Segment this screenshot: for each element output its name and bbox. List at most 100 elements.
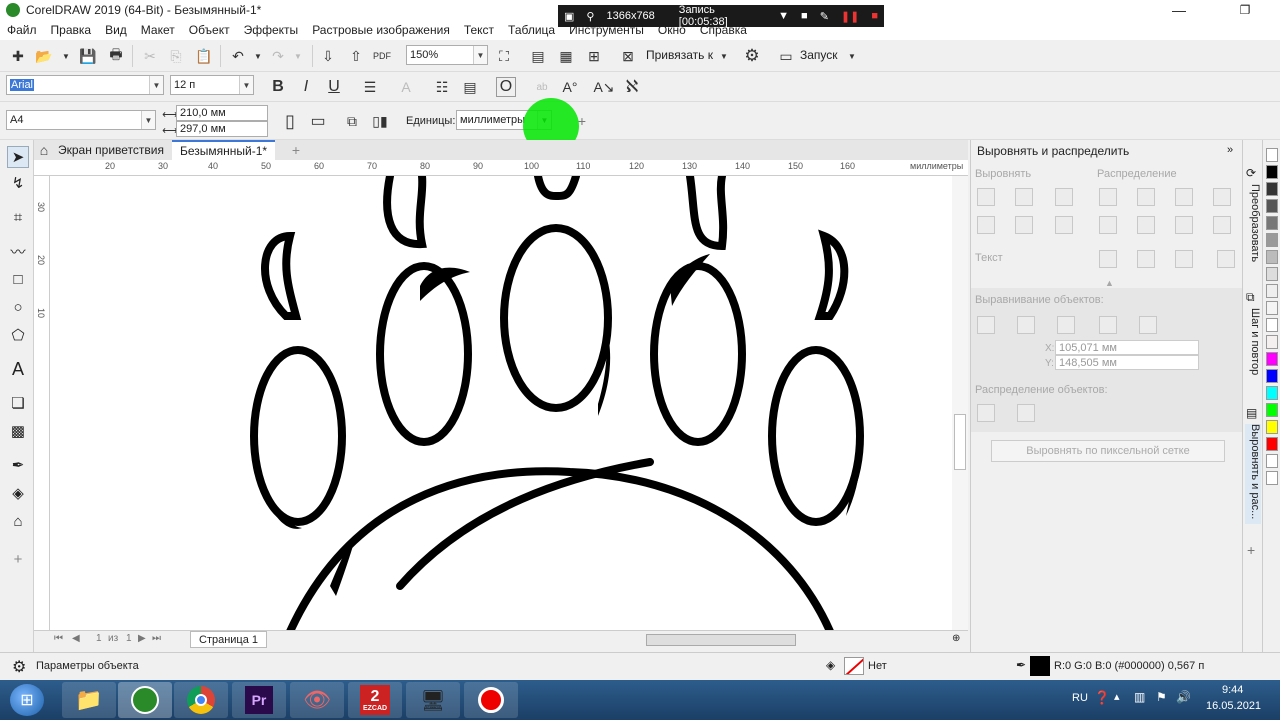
character-icon[interactable]: A° (560, 77, 580, 97)
page-height-field[interactable]: 297,0 мм (176, 121, 268, 137)
menu-view[interactable]: Вид (98, 23, 134, 37)
recorder-zoom-icon[interactable]: ⚲ (586, 10, 594, 23)
taskbar-ezcad-icon[interactable]: 2 EZCAD (348, 682, 402, 718)
nudge-plus-icon[interactable]: + (572, 111, 592, 131)
recorder-stop-icon[interactable]: ■ (871, 10, 878, 22)
save-icon[interactable]: 💾 (78, 46, 98, 66)
menu-bitmaps[interactable]: Растровые изображения (305, 23, 457, 37)
snap-dropdown-icon[interactable]: ▼ (714, 46, 734, 66)
text-tool-icon[interactable]: A (7, 358, 29, 380)
palette-swatch[interactable] (1266, 471, 1278, 485)
landscape-icon[interactable]: ▭ (308, 111, 328, 131)
language-indicator[interactable]: RU (1072, 692, 1088, 704)
recorder-screen-icon[interactable]: ▣ (564, 10, 574, 23)
menu-table[interactable]: Таблица (501, 23, 562, 37)
page-width-field[interactable]: 210,0 мм (176, 105, 268, 121)
horizontal-scroll-thumb[interactable] (646, 634, 796, 646)
flag-tray-icon[interactable]: ⚑ (1156, 690, 1167, 704)
zoom-nav-icon[interactable]: ⊕ (952, 633, 960, 644)
paragraph-icon[interactable]: ▤ (460, 77, 480, 97)
palette-swatch[interactable] (1266, 267, 1278, 281)
ellipse-tool-icon[interactable]: ○ (7, 296, 29, 318)
palette-swatch[interactable] (1266, 386, 1278, 400)
network-tray-icon[interactable]: ▥ (1134, 690, 1145, 704)
show-guidelines-icon[interactable]: ⊞ (584, 46, 604, 66)
zoom-dropdown-icon[interactable]: ▼ (473, 46, 487, 64)
start-button[interactable]: ⊞ (10, 684, 44, 716)
freehand-tool-icon[interactable]: 〰 (7, 240, 29, 262)
launch-label[interactable]: Запуск (800, 48, 838, 62)
recorder-pause-icon[interactable]: ❚❚ (841, 10, 859, 23)
new-tab-icon[interactable]: + (286, 140, 306, 160)
page-size-field[interactable]: A4 ▼ (6, 110, 156, 130)
portrait-icon[interactable]: ▯ (280, 111, 300, 131)
volume-tray-icon[interactable]: 🔊 (1176, 690, 1191, 704)
menu-edit[interactable]: Правка (44, 23, 99, 37)
align-tab-icon[interactable]: ▤ (1246, 406, 1257, 420)
transparency-tool-icon[interactable]: ▩ (7, 420, 29, 442)
clock-date[interactable]: 16.05.2021 (1206, 700, 1261, 712)
undo-icon[interactable]: ↶ (228, 46, 248, 66)
menu-file[interactable]: Файл (0, 23, 44, 37)
prev-page-icon[interactable]: ◀ (72, 633, 80, 644)
open-icon[interactable]: 📂 (34, 46, 54, 66)
taskbar-premiere-icon[interactable]: Pr (232, 682, 286, 718)
menu-effects[interactable]: Эффекты (237, 23, 306, 37)
polygon-tool-icon[interactable]: ⬠ (7, 324, 29, 346)
palette-swatch[interactable] (1266, 284, 1278, 298)
horizontal-text-icon[interactable]: A↘ (593, 77, 614, 97)
eyedropper-tool-icon[interactable]: ✒ (7, 454, 29, 476)
rectangle-tool-icon[interactable]: □ (7, 268, 29, 290)
docker-expand-icon[interactable]: » (1227, 144, 1233, 156)
recorder-dropdown-icon[interactable]: ▼ (778, 10, 789, 22)
interactive-fill-icon[interactable]: ◈ (7, 482, 29, 504)
page-1-tab[interactable]: Страница 1 (190, 631, 268, 648)
tab-welcome[interactable]: Экран приветствия (50, 140, 173, 160)
font-list-field[interactable]: Arial ▼ (6, 75, 164, 95)
open-dropdown-icon[interactable]: ▼ (56, 46, 76, 66)
minimize-button[interactable]: — (1162, 0, 1196, 20)
font-size-dropdown-icon[interactable]: ▼ (239, 76, 253, 94)
recorder-camera-icon[interactable]: ■ (801, 10, 808, 22)
help-tray-icon[interactable]: ❓ (1094, 690, 1110, 706)
restore-button[interactable]: ❐ (1228, 0, 1262, 20)
palette-swatch[interactable] (1266, 165, 1278, 179)
taskbar-monitor-app-icon[interactable]: 🖥 (406, 682, 460, 718)
horizontal-ruler[interactable]: 20 30 40 50 60 70 80 90 100 110 120 130 … (34, 160, 968, 176)
menu-text[interactable]: Текст (457, 23, 501, 37)
palette-swatch[interactable] (1266, 335, 1278, 349)
palette-swatch[interactable] (1266, 420, 1278, 434)
object-properties-label[interactable]: Параметры объекта (36, 660, 139, 672)
undo-dropdown-icon[interactable]: ▼ (248, 46, 268, 66)
vertical-scroll-thumb[interactable] (954, 414, 966, 470)
import-icon[interactable]: ⇩ (318, 46, 338, 66)
new-document-icon[interactable]: ✚ (8, 46, 28, 66)
font-panel-icon[interactable]: O (496, 77, 516, 97)
vertical-text-icon[interactable]: ℵ (622, 77, 642, 97)
smart-fill-icon[interactable]: ⌂ (7, 510, 29, 532)
taskbar-coreldraw-icon[interactable] (118, 682, 172, 718)
next-page-icon[interactable]: ▶ (138, 633, 146, 644)
current-page-icon[interactable]: ▯▮ (370, 111, 390, 131)
add-docker-icon[interactable]: + (1247, 542, 1255, 558)
pick-tool-icon[interactable]: ➤ (7, 146, 29, 168)
collapse-icon[interactable]: ▲ (1105, 278, 1114, 288)
tab-align-distribute[interactable]: Выровнять и рас... (1245, 424, 1261, 524)
first-page-icon[interactable]: ⏮ (54, 633, 63, 644)
add-tool-icon[interactable]: + (7, 548, 29, 570)
palette-swatch[interactable] (1266, 454, 1278, 468)
taskbar-recorder-icon[interactable] (464, 682, 518, 718)
bold-icon[interactable]: B (268, 77, 288, 97)
zoom-field[interactable]: 150% ▼ (406, 45, 488, 65)
transform-tab-icon[interactable]: ⟳ (1246, 166, 1256, 180)
recorder-pen-icon[interactable]: ✎ (820, 10, 829, 23)
no-fill-swatch[interactable] (844, 657, 864, 675)
palette-swatch[interactable] (1266, 250, 1278, 264)
palette-swatch[interactable] (1266, 233, 1278, 247)
italic-icon[interactable]: I (296, 77, 316, 97)
shape-tool-icon[interactable]: ↯ (7, 172, 29, 194)
menu-object[interactable]: Объект (182, 23, 237, 37)
launch-icon[interactable]: ▭ (776, 46, 796, 66)
vertical-scrollbar[interactable] (952, 176, 968, 630)
export-icon[interactable]: ⇧ (346, 46, 366, 66)
